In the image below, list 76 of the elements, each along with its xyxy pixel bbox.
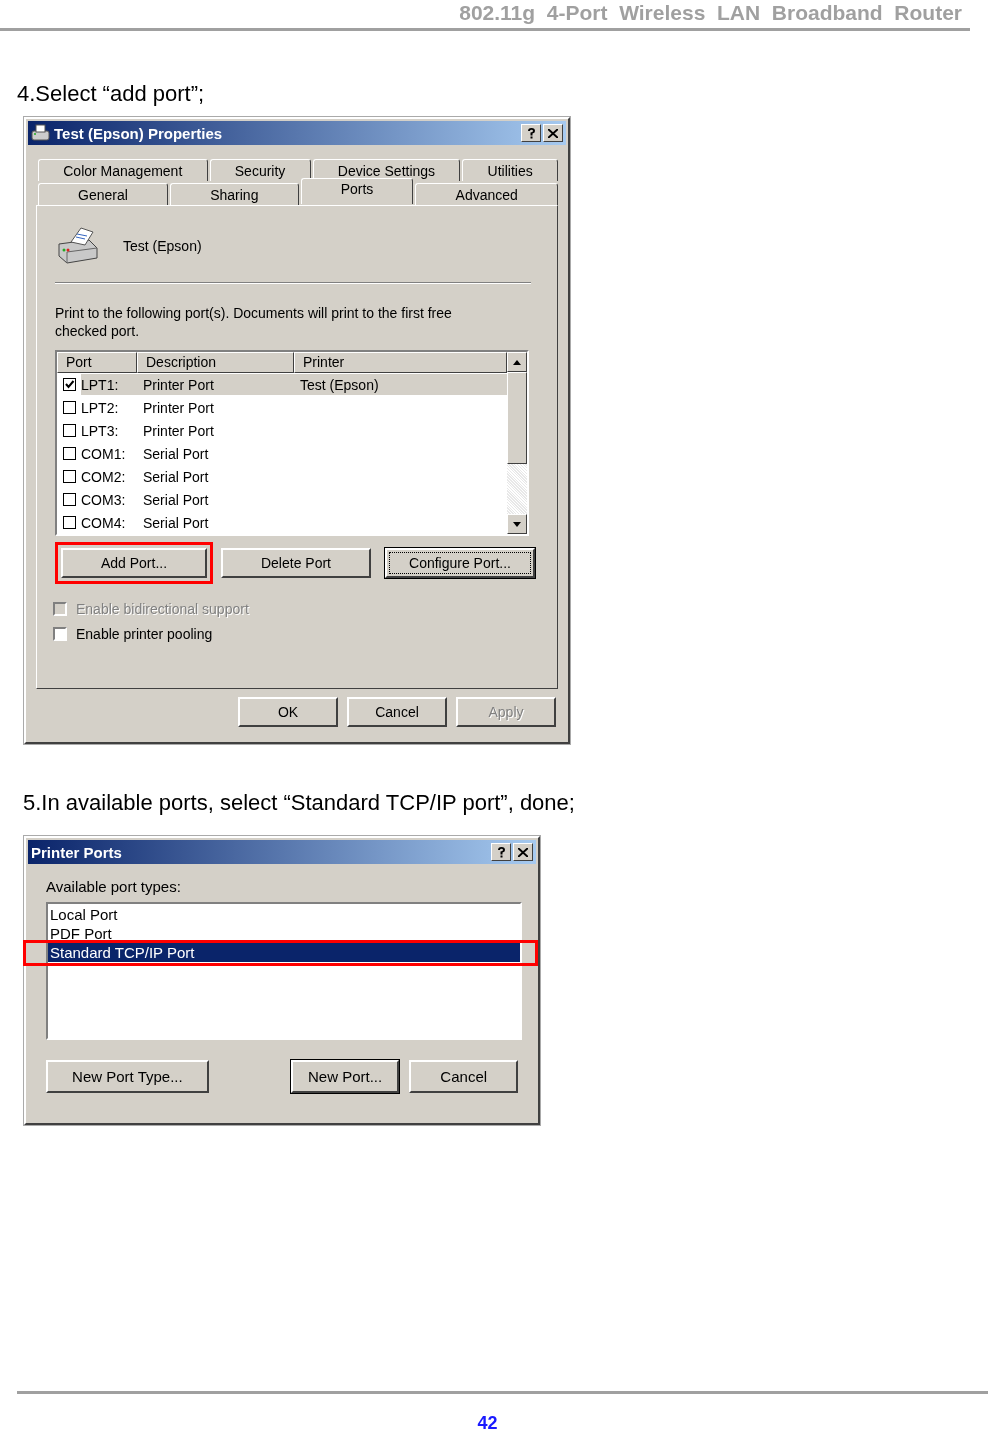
port-row[interactable]: LPT1: Printer Port Test (Epson)	[81, 374, 507, 395]
port-type-item[interactable]: Local Port	[48, 905, 520, 924]
close-icon	[518, 847, 528, 857]
port-description: Serial Port	[143, 468, 210, 485]
tab[interactable]: Utilities	[462, 159, 558, 181]
step-instruction: 5.In available ports, select “Standard TCP/IP port”, done;	[23, 790, 576, 816]
close-button[interactable]	[513, 843, 533, 861]
port-name: COM2:	[81, 468, 127, 485]
port-printer: Test (Epson)	[300, 376, 379, 393]
down-arrow-icon	[513, 521, 521, 527]
checkbox-label: Enable printer pooling	[76, 625, 213, 642]
port-description: Serial Port	[143, 514, 210, 531]
ports-description: Print to the following port(s). Documents will print to the first free checked port.	[55, 304, 453, 340]
checkbox[interactable]	[53, 626, 67, 641]
tab[interactable]: General	[38, 183, 169, 205]
tab[interactable]: Device Settings	[312, 159, 461, 181]
page-number: 42	[476, 1413, 499, 1430]
port-row[interactable]: COM1: Serial Port	[81, 443, 507, 464]
window-title: Printer Ports	[31, 843, 123, 861]
port-type-item[interactable]: PDF Port	[48, 924, 520, 943]
checkbox[interactable]	[63, 447, 76, 460]
port-name: LPT2:	[81, 399, 120, 416]
checkbox[interactable]	[63, 470, 76, 483]
help-icon	[496, 846, 506, 858]
dialog-button[interactable]: Cancel	[347, 697, 447, 727]
step-instruction: 4.Select “add port”;	[17, 81, 206, 107]
help-button[interactable]	[521, 124, 541, 142]
window-title: Test (Epson) Properties	[54, 124, 224, 142]
printer-icon	[55, 226, 101, 266]
column-header[interactable]: Description	[137, 352, 294, 373]
close-button[interactable]	[543, 124, 563, 142]
port-button[interactable]: Add Port...	[61, 548, 207, 578]
help-button[interactable]	[491, 843, 511, 861]
port-button[interactable]: Configure Port...	[385, 548, 535, 578]
column-header[interactable]: Port	[57, 352, 137, 373]
tab[interactable]: Security	[209, 159, 311, 181]
checkbox[interactable]	[63, 378, 76, 391]
port-type-item[interactable]: Standard TCP/IP Port	[48, 943, 520, 962]
port-description: Printer Port	[143, 376, 215, 393]
tab[interactable]: Ports	[300, 178, 414, 204]
port-row[interactable]: LPT3: Printer Port	[81, 420, 507, 441]
checkbox[interactable]	[63, 424, 76, 437]
dialog-button[interactable]: New Port...	[290, 1060, 400, 1093]
port-row[interactable]: COM4: Serial Port	[81, 512, 507, 533]
port-description: Serial Port	[143, 445, 210, 462]
port-name: COM3:	[81, 491, 127, 508]
list-label: Available port types:	[46, 878, 182, 895]
checkbox[interactable]	[63, 401, 76, 414]
help-icon	[526, 127, 536, 139]
tab[interactable]: Advanced	[415, 183, 558, 205]
tab[interactable]: Color Management	[38, 159, 208, 181]
checkbox[interactable]	[63, 516, 76, 529]
port-name: LPT3:	[81, 422, 120, 439]
dialog-button[interactable]: OK	[238, 697, 338, 727]
port-row[interactable]: COM2: Serial Port	[81, 466, 507, 487]
scrollbar[interactable]	[507, 352, 527, 534]
port-name: COM1:	[81, 445, 127, 462]
port-row[interactable]: LPT2: Printer Port	[81, 397, 507, 418]
port-description: Serial Port	[143, 491, 210, 508]
document-title: 802.11g 4-Port Wireless LAN Broadband Router	[459, 2, 962, 26]
dialog-button[interactable]: New Port Type...	[46, 1060, 209, 1093]
tab[interactable]: Sharing	[170, 183, 299, 205]
column-header[interactable]: Printer	[294, 352, 507, 373]
port-description: Printer Port	[143, 422, 215, 439]
printer-name: Test (Epson)	[123, 238, 202, 254]
checkbox-label: Enable bidirectional support	[76, 600, 249, 617]
printer-icon	[31, 124, 51, 142]
port-button[interactable]: Delete Port	[221, 548, 371, 578]
port-name: COM4:	[81, 514, 127, 531]
port-row[interactable]: COM3: Serial Port	[81, 489, 507, 510]
checkbox[interactable]	[63, 493, 76, 506]
dialog-button[interactable]: Cancel	[409, 1060, 518, 1093]
up-arrow-icon	[513, 359, 521, 365]
port-description: Printer Port	[143, 399, 215, 416]
port-name: LPT1:	[81, 376, 120, 393]
close-icon	[548, 128, 558, 138]
